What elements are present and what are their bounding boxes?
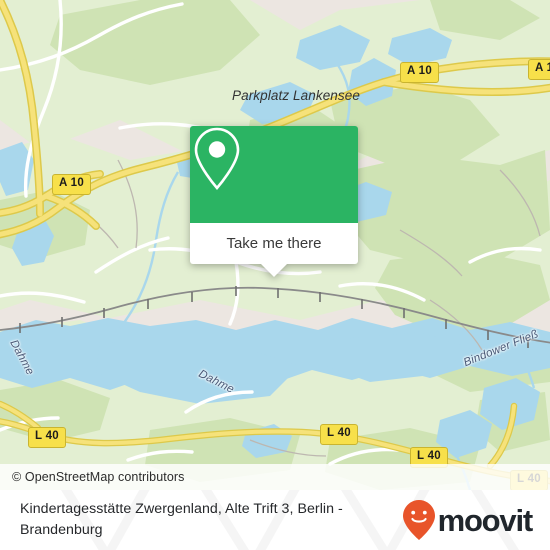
location-popup-card[interactable]: Take me there [190, 126, 358, 277]
footer-bar: Kindertagesstätte Zwergenland, Alte Trif… [0, 490, 550, 550]
popup-pointer [261, 264, 287, 277]
shield-l40-mid[interactable]: L 40 [320, 424, 359, 445]
shield-a10-mid[interactable]: A 10 [400, 62, 440, 83]
map-canvas[interactable]: Parkplatz Lankensee Dahme Dahme Bindower… [0, 0, 550, 490]
attribution-text: © OpenStreetMap contributors [12, 470, 185, 484]
moovit-map-screenshot: Parkplatz Lankensee Dahme Dahme Bindower… [0, 0, 550, 550]
moovit-pin-smiley-icon [402, 500, 435, 540]
map-attribution[interactable]: © OpenStreetMap contributors [0, 464, 550, 490]
moovit-brand[interactable]: moovit [402, 499, 540, 541]
shield-l40-west[interactable]: L 40 [28, 427, 67, 448]
take-me-there-label: Take me there [226, 235, 322, 252]
shield-a10-west[interactable]: A 10 [52, 174, 92, 195]
shield-a10-east[interactable]: A 10 [528, 59, 550, 80]
moovit-wordmark: moovit [437, 502, 534, 538]
map-pin-icon [194, 127, 240, 190]
take-me-there-button[interactable]: Take me there [190, 223, 358, 264]
popup-header [190, 126, 358, 223]
page-title: Kindertagesstätte Zwergenland, Alte Trif… [20, 501, 343, 538]
